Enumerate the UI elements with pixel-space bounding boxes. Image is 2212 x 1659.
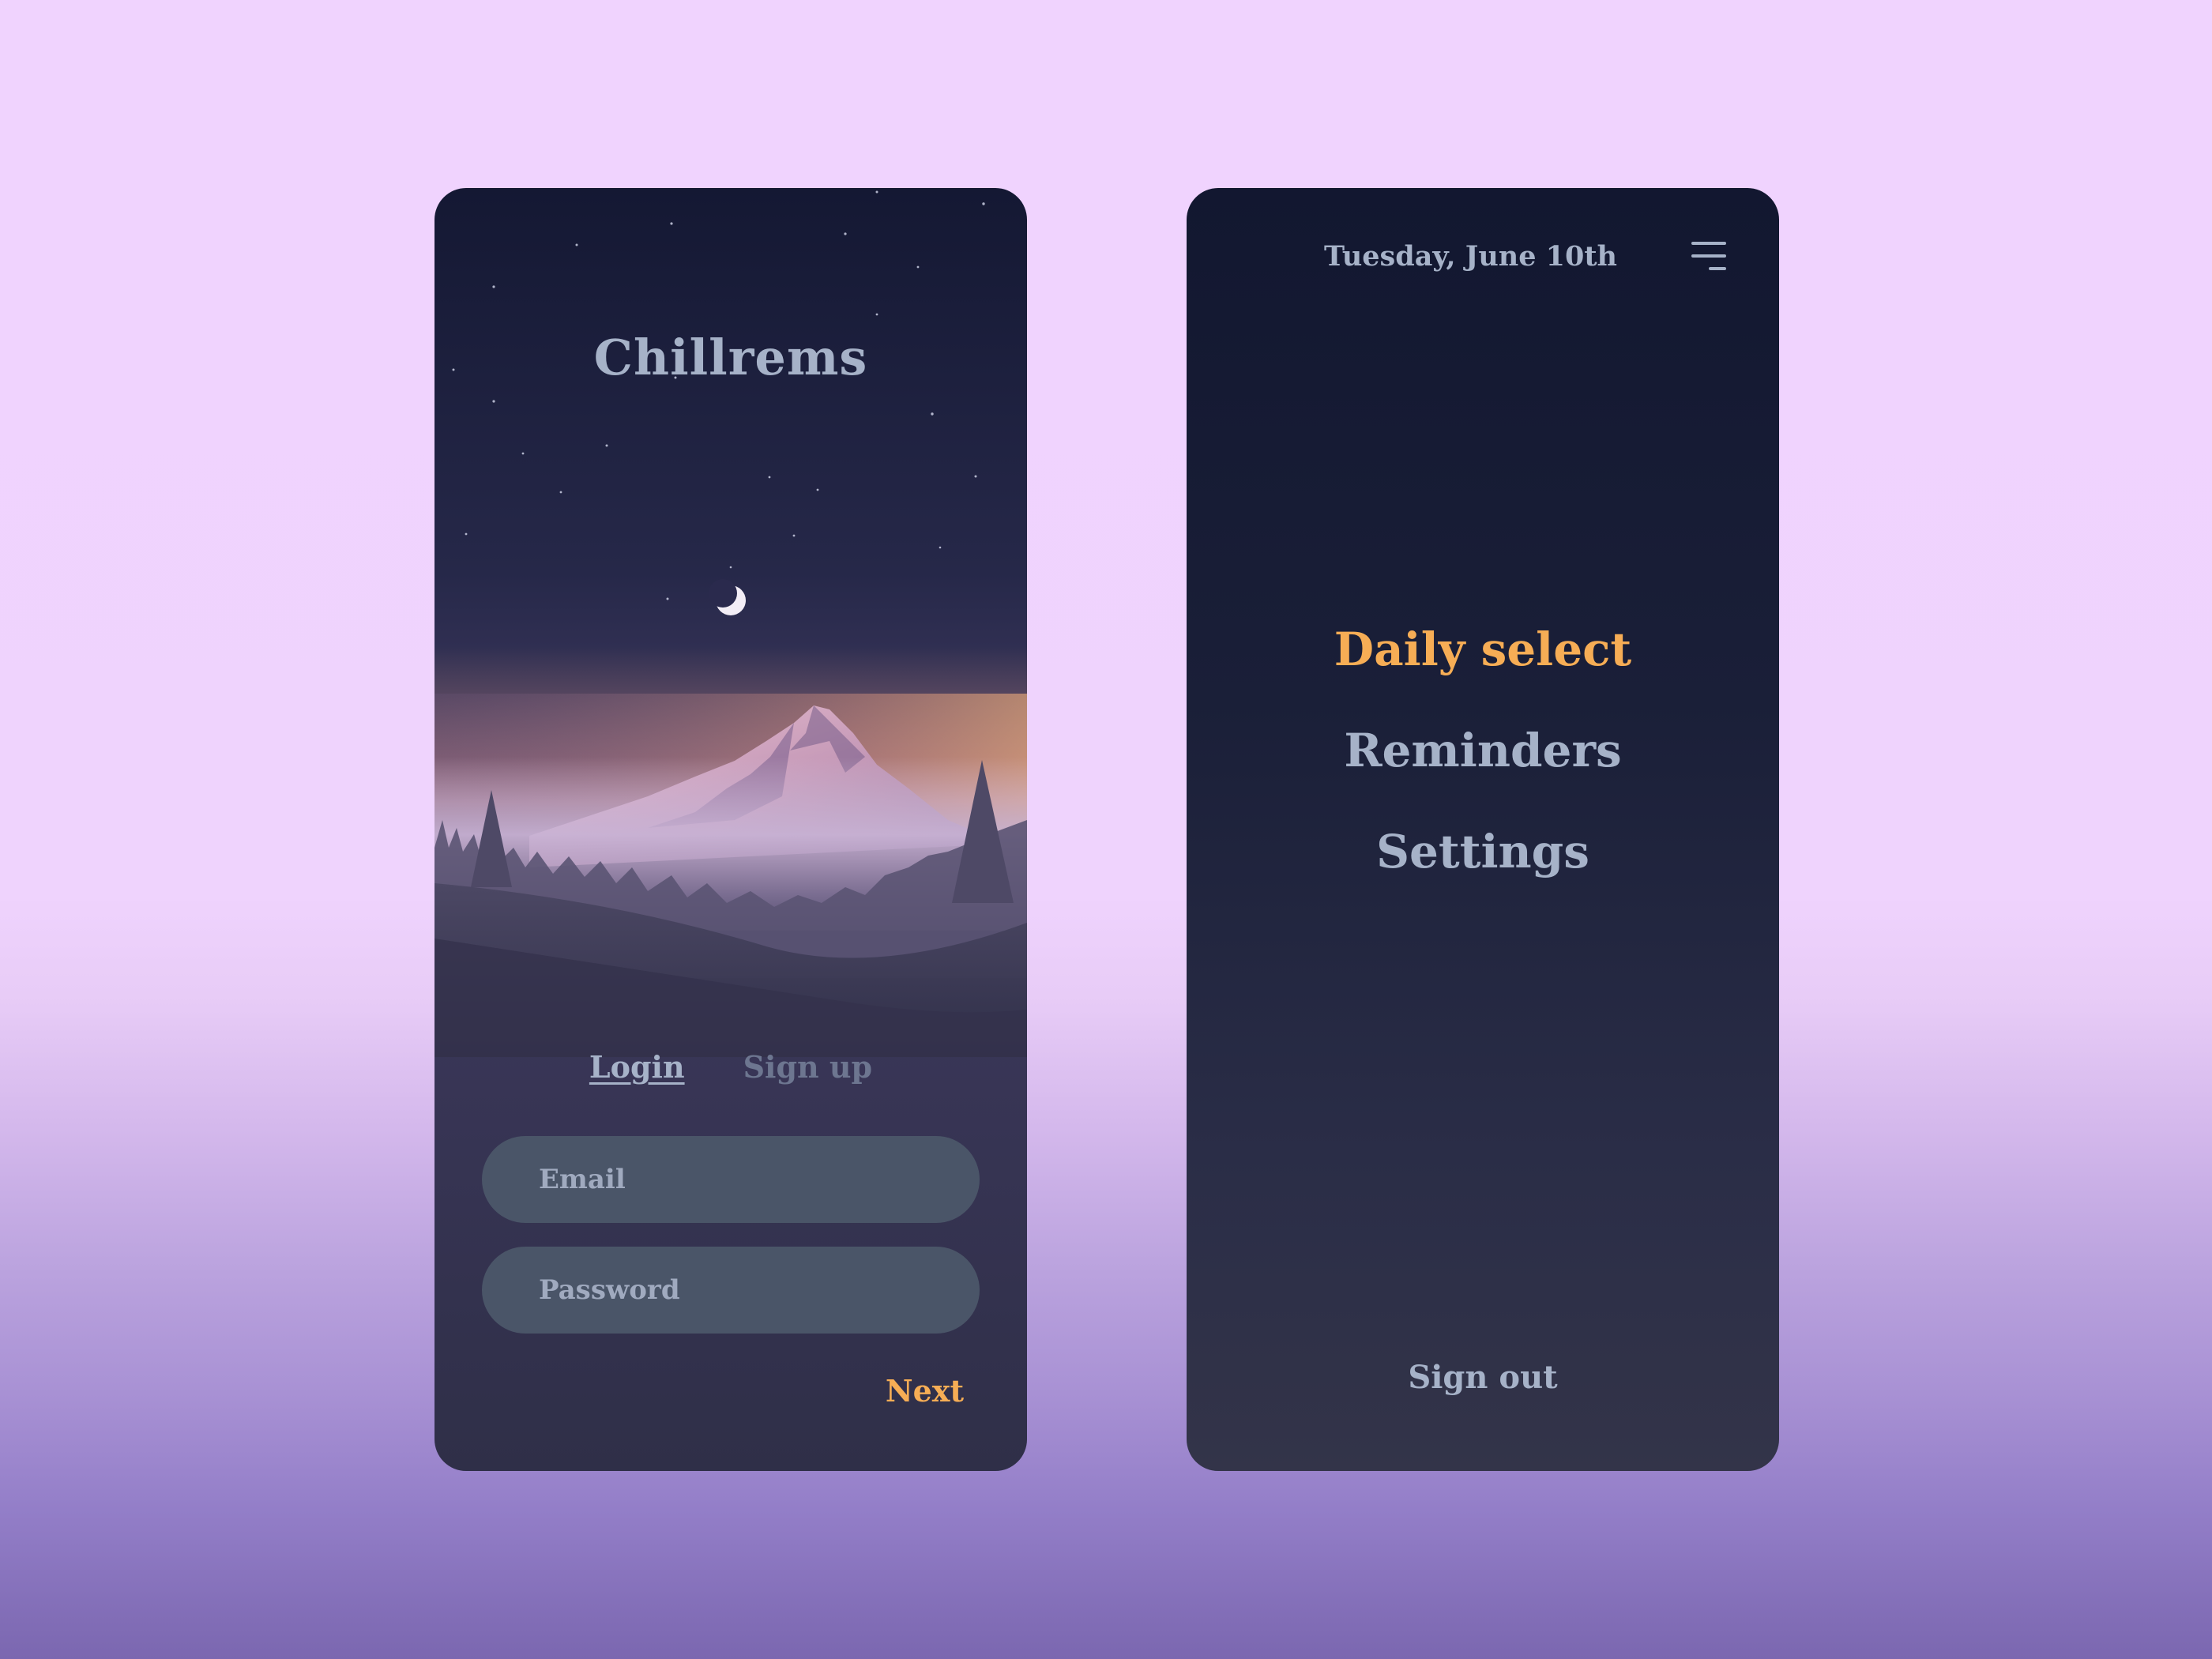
- sign-out-button[interactable]: Sign out: [1187, 1359, 1779, 1396]
- next-button[interactable]: Next: [886, 1373, 964, 1409]
- menu-item-reminders[interactable]: Reminders: [1344, 700, 1621, 801]
- menu-item-daily-select[interactable]: Daily select: [1334, 599, 1631, 700]
- tab-sign-up[interactable]: Sign up: [743, 1049, 873, 1085]
- menu-screen: Tuesday, June 10th Daily select Reminder…: [1187, 188, 1779, 1471]
- email-input[interactable]: [537, 1163, 980, 1196]
- hamburger-icon[interactable]: [1688, 242, 1726, 273]
- menu-item-settings[interactable]: Settings: [1376, 801, 1589, 902]
- password-input[interactable]: [537, 1273, 980, 1307]
- moon-icon: [709, 579, 746, 615]
- app-title: Chillrems: [593, 329, 868, 386]
- main-menu: Daily select Reminders Settings: [1187, 599, 1779, 902]
- tab-login[interactable]: Login: [589, 1049, 685, 1085]
- night-mountain-landscape: [434, 190, 1027, 1057]
- login-screen: Chillrems Login Sign up Next: [434, 188, 1027, 1471]
- email-field-container: [482, 1136, 980, 1223]
- auth-tabs: Login Sign up: [434, 1049, 1027, 1085]
- date-label: Tuesday, June 10th: [1324, 240, 1617, 273]
- password-field-container: [482, 1247, 980, 1334]
